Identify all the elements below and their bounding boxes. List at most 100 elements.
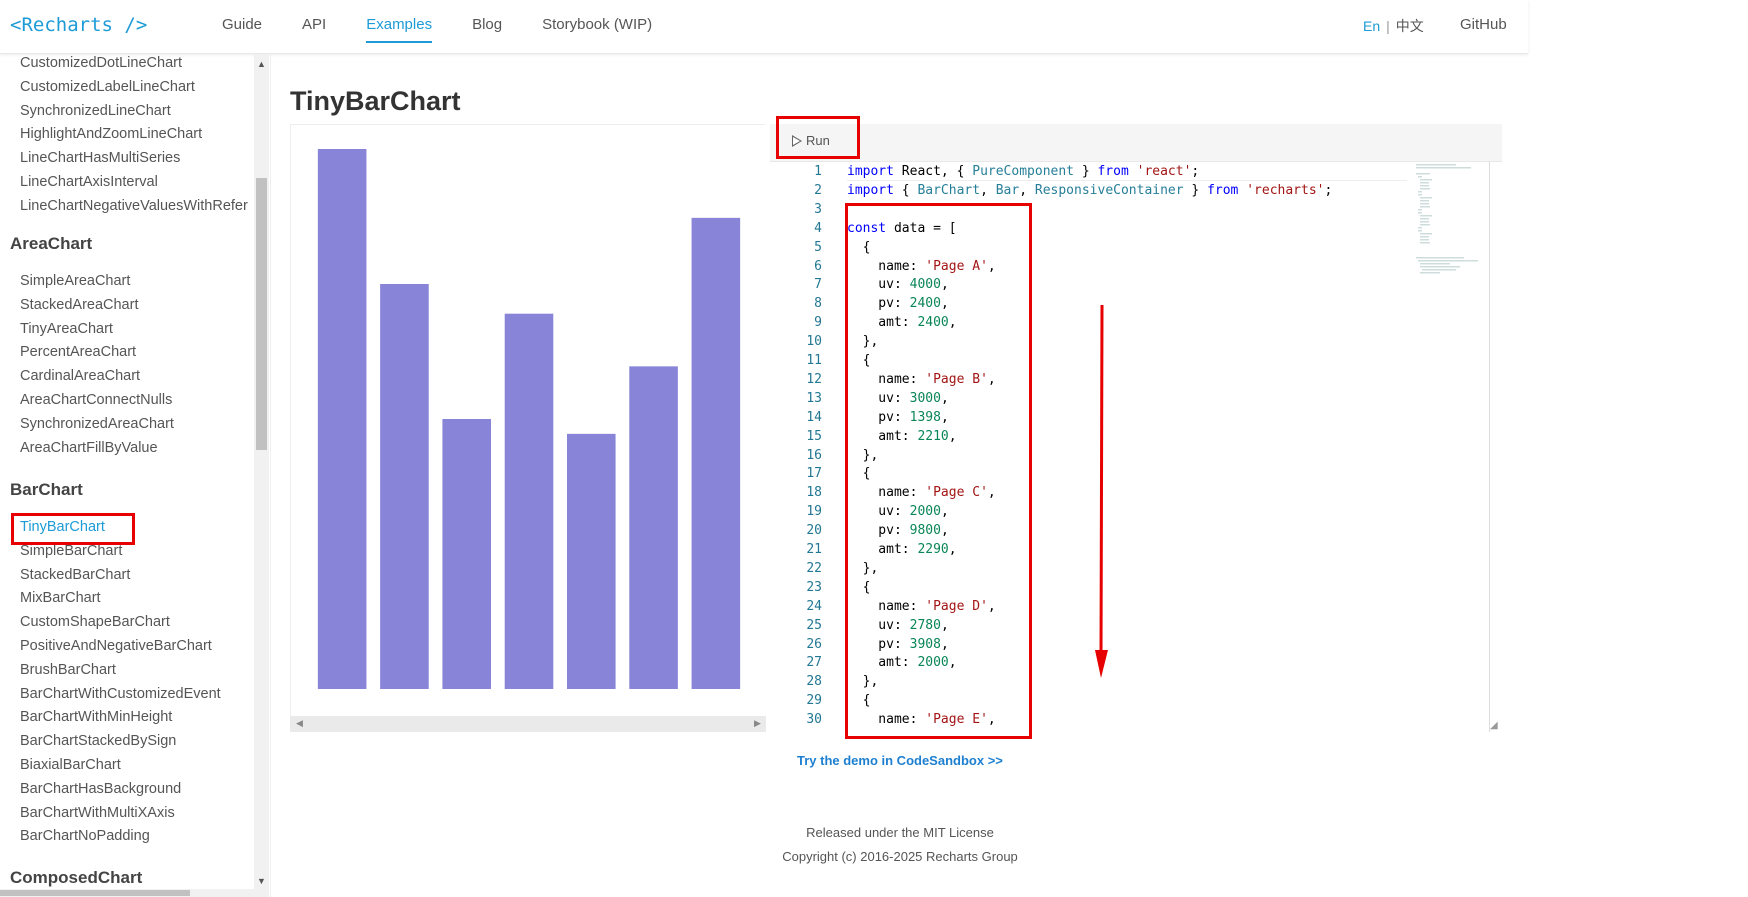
sidebar-item[interactable]: SynchronizedAreaChart: [20, 416, 174, 432]
code-line: 4 const data = [: [770, 220, 1489, 240]
line-number: 5: [814, 239, 822, 255]
main-nav: Guide API Examples Blog Storybook (WIP): [222, 16, 692, 43]
nav-blog[interactable]: Blog: [472, 16, 502, 43]
examples-sidebar: CustomizedDotLineChart CustomizedLabelLin…: [0, 54, 255, 897]
footer: Released under the MIT License Copyright…: [600, 821, 1200, 869]
bar-page-b: [380, 284, 429, 689]
scroll-up-icon[interactable]: ▲: [257, 59, 266, 69]
editor-minimap[interactable]: [1416, 162, 1486, 292]
recharts-logo[interactable]: <Recharts />: [10, 14, 147, 36]
code-text: name: 'Page E',: [847, 712, 996, 728]
sidebar-group-areachart: AreaChart: [10, 234, 93, 253]
sidebar-item[interactable]: BarChartWithMinHeight: [20, 709, 172, 725]
sidebar-item[interactable]: CustomizedLabelLineChart: [20, 79, 195, 95]
sidebar-item[interactable]: BarChartHasBackground: [20, 781, 181, 797]
resize-handle-icon[interactable]: ◢: [1490, 720, 1498, 731]
sidebar-scroll-thumb[interactable]: [256, 178, 267, 450]
sidebar-hscroll-thumb[interactable]: [0, 890, 190, 896]
sidebar-item[interactable]: SimpleAreaChart: [20, 273, 130, 289]
nav-storybook[interactable]: Storybook (WIP): [542, 16, 652, 43]
github-link[interactable]: GitHub: [1460, 16, 1507, 33]
nav-guide[interactable]: Guide: [222, 16, 262, 43]
code-line: 17 {: [770, 466, 1489, 485]
code-text: },: [847, 447, 879, 463]
sidebar-item[interactable]: LineChartNegativeValuesWithRefer: [20, 198, 248, 214]
sidebar-item[interactable]: LineChartHasMultiSeries: [20, 150, 180, 166]
lang-separator: |: [1386, 18, 1390, 34]
line-number: 11: [806, 353, 822, 368]
code-line: 30 name: 'Page E',: [770, 712, 1489, 731]
code-line: 26 pv: 3908,: [770, 636, 1489, 656]
code-text: const data = [: [847, 220, 957, 236]
code-line: 19 uv: 2000,: [770, 504, 1489, 523]
line-number: 20: [806, 523, 822, 539]
code-text: uv: 2000,: [847, 504, 949, 520]
code-text: uv: 4000,: [847, 277, 949, 293]
tiny-bar-chart: [317, 149, 741, 689]
code-text: name: 'Page B',: [847, 371, 996, 387]
sidebar-item[interactable]: StackedAreaChart: [20, 297, 138, 313]
chart-horizontal-scrollbar[interactable]: ◀ ▶: [290, 716, 766, 732]
nav-api[interactable]: API: [302, 16, 326, 43]
code-text: },: [847, 674, 879, 690]
code-text: amt: 2000,: [847, 655, 957, 671]
scroll-right-icon[interactable]: ▶: [754, 718, 761, 729]
sidebar-item[interactable]: BarChartNoPadding: [20, 828, 150, 844]
sidebar-vertical-scrollbar[interactable]: ▲ ▼: [254, 54, 269, 897]
sidebar-item[interactable]: AreaChartConnectNulls: [20, 392, 172, 408]
code-line: 12 name: 'Page B',: [770, 371, 1489, 391]
code-text: amt: 2210,: [847, 428, 957, 444]
codesandbox-link[interactable]: Try the demo in CodeSandbox >>: [797, 753, 1003, 768]
sidebar-item[interactable]: SynchronizedLineChart: [20, 103, 171, 119]
bar-page-d: [504, 313, 554, 689]
line-number: 14: [806, 409, 822, 425]
code-line: 5 {: [770, 239, 1489, 259]
run-label: Run: [806, 133, 830, 148]
code-line: 14 pv: 1398,: [770, 409, 1489, 429]
scroll-left-icon[interactable]: ◀: [296, 718, 303, 729]
line-number: 6: [814, 258, 822, 274]
sidebar-item[interactable]: MixBarChart: [20, 590, 101, 606]
bar-page-c: [442, 419, 492, 689]
code-text: pv: 2400,: [847, 296, 949, 312]
nav-examples[interactable]: Examples: [366, 16, 433, 43]
sidebar-item[interactable]: LineChartAxisInterval: [20, 174, 158, 190]
code-line: 13 uv: 3000,: [770, 391, 1489, 410]
code-line: 7 uv: 4000,: [770, 277, 1489, 296]
sidebar-item[interactable]: BrushBarChart: [20, 662, 116, 678]
sidebar-item[interactable]: CustomizedDotLineChart: [20, 55, 182, 71]
line-number: 18: [806, 485, 822, 501]
line-number: 4: [814, 220, 822, 236]
sidebar-item[interactable]: PercentAreaChart: [20, 344, 136, 360]
sidebar-item[interactable]: StackedBarChart: [20, 567, 130, 583]
line-number: 1: [814, 164, 822, 179]
sidebar-item[interactable]: BiaxialBarChart: [20, 757, 121, 773]
sidebar-item[interactable]: TinyAreaChart: [20, 321, 113, 337]
code-line: 3: [770, 202, 1489, 221]
code-text: amt: 2290,: [847, 542, 957, 557]
line-number: 10: [806, 334, 822, 350]
sidebar-item[interactable]: BarChartWithMultiXAxis: [20, 805, 175, 821]
lang-zh[interactable]: 中文: [1396, 18, 1424, 34]
sidebar-item[interactable]: BarChartStackedBySign: [20, 733, 176, 749]
sidebar-item[interactable]: AreaChartFillByValue: [20, 440, 158, 456]
run-button[interactable]: Run: [792, 133, 830, 148]
sidebar-item[interactable]: CardinalAreaChart: [20, 368, 140, 384]
sidebar-item[interactable]: HighlightAndZoomLineChart: [20, 126, 202, 142]
code-text: import { BarChart, Bar, ResponsiveContai…: [847, 182, 1333, 198]
scroll-down-icon[interactable]: ▼: [257, 876, 266, 886]
code-line: 28 },: [770, 674, 1489, 693]
sidebar-item[interactable]: SimpleBarChart: [20, 543, 122, 559]
sidebar-item[interactable]: TinyBarChart: [20, 519, 105, 535]
lang-en[interactable]: En: [1363, 18, 1380, 34]
sidebar-item[interactable]: PositiveAndNegativeBarChart: [20, 638, 212, 654]
code-line: 25 uv: 2780,: [770, 618, 1489, 637]
sidebar-horizontal-scrollbar[interactable]: [0, 889, 254, 897]
sidebar-item[interactable]: CustomShapeBarChart: [20, 614, 170, 630]
line-number: 26: [806, 636, 822, 652]
line-number: 16: [806, 447, 822, 463]
line-number: 17: [806, 466, 822, 482]
sidebar-item[interactable]: BarChartWithCustomizedEvent: [20, 686, 221, 702]
code-editor[interactable]: 1 import React, { PureComponent } from 'r…: [770, 162, 1490, 732]
code-line: 27 amt: 2000,: [770, 655, 1489, 674]
